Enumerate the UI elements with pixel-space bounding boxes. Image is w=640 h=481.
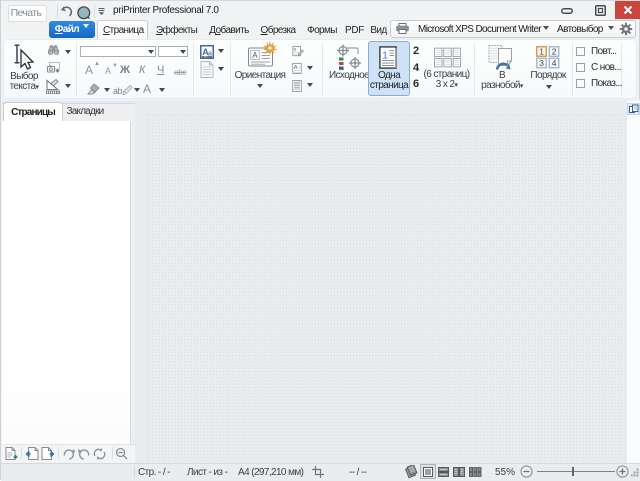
svg-text:A: A [252, 51, 258, 60]
svg-text:1: 1 [382, 51, 388, 62]
svg-text:3: 3 [539, 58, 544, 68]
svg-text:1: 1 [539, 47, 544, 57]
svg-text:A: A [294, 65, 298, 71]
svg-text:0: 0 [294, 47, 297, 52]
svg-text:2: 2 [552, 47, 557, 57]
svg-text:4: 4 [552, 58, 557, 68]
